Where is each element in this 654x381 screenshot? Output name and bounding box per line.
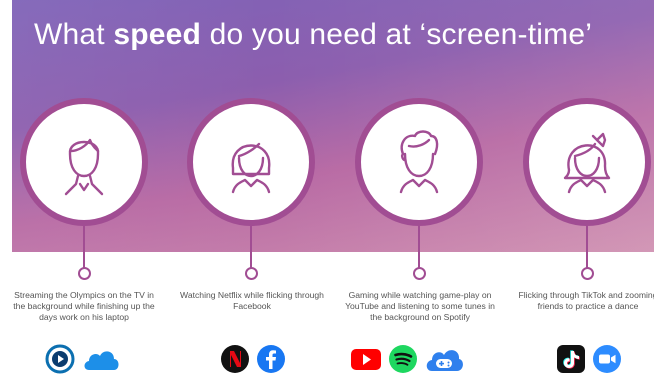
persona-caption: Watching Netflix while flicking through … xyxy=(180,290,324,311)
play-circle-icon[interactable] xyxy=(45,344,75,374)
cloud-gaming-icon[interactable] xyxy=(424,344,464,374)
woman-avatar-icon xyxy=(231,142,271,194)
netflix-icon[interactable] xyxy=(220,344,250,374)
tiktok-icon[interactable] xyxy=(556,344,586,374)
zoom-icon[interactable] xyxy=(592,344,622,374)
persona-avatar-1 xyxy=(20,98,148,226)
spotify-icon[interactable] xyxy=(388,344,418,374)
connector-line xyxy=(250,226,252,269)
persona-caption: Streaming the Olympics on the TV in the … xyxy=(13,290,155,322)
youtube-icon[interactable] xyxy=(350,344,382,374)
facebook-icon[interactable] xyxy=(256,344,286,374)
persona-caption: Gaming while watching game-play on YouTu… xyxy=(345,290,495,322)
cloud-icon[interactable] xyxy=(81,344,121,374)
persona-avatar-3 xyxy=(355,98,483,226)
page-title: What speed do you need at ‘screen-time’ xyxy=(34,18,593,51)
persona-avatar-2 xyxy=(187,98,315,226)
connector-line xyxy=(586,226,588,269)
boy-avatar-icon xyxy=(399,130,439,194)
man-avatar-icon xyxy=(64,138,104,196)
connector-dot xyxy=(245,267,258,280)
persona-caption: Flicking through TikTok and zooming frie… xyxy=(518,290,654,311)
connector-dot xyxy=(581,267,594,280)
connector-dot xyxy=(78,267,91,280)
persona-avatar-4 xyxy=(523,98,651,226)
girl-avatar-icon xyxy=(563,132,611,194)
connector-line xyxy=(83,226,85,269)
connector-line xyxy=(418,226,420,269)
connector-dot xyxy=(413,267,426,280)
